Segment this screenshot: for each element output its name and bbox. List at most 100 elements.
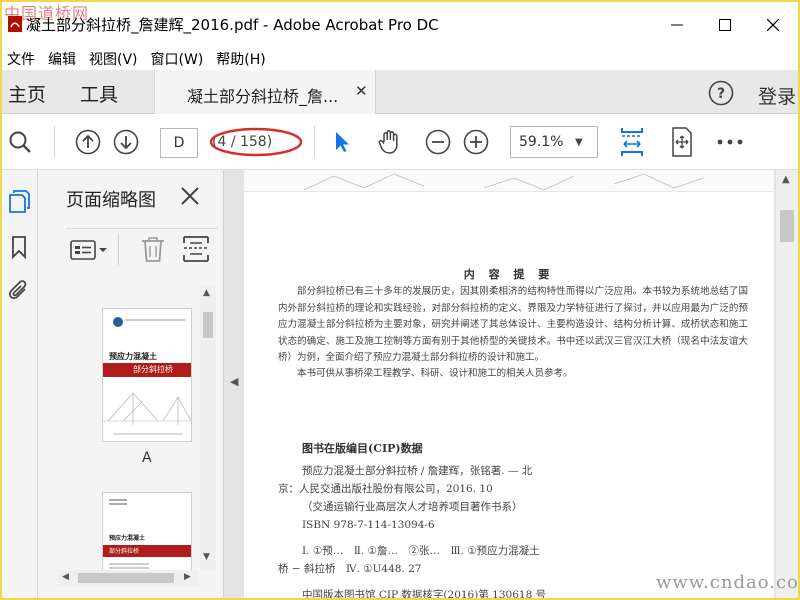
scrollbar-thumb[interactable] (203, 312, 213, 338)
cover-rule (109, 567, 149, 569)
trash-icon (142, 237, 164, 262)
tab-document[interactable]: 凝土部分斜拉桥_詹... ✕ (154, 70, 376, 114)
fit-width-button[interactable] (616, 126, 648, 158)
zoom-value: 59.1% (519, 134, 564, 150)
main-toolbar: D (4 / 158) 59.1% ▼ (2, 114, 798, 170)
menu-view[interactable]: 视图(V) (84, 49, 146, 69)
zoom-out-icon (425, 129, 451, 155)
document-abstract-2: 本书可供从事桥梁工程教学、科研、设计和施工的相关人员参考。 (297, 368, 573, 379)
scroll-left-icon[interactable]: ◀ (62, 572, 69, 582)
insert-page-button[interactable] (182, 235, 210, 267)
more-icon (717, 139, 743, 145)
thumbnails-vertical-scrollbar[interactable]: ▲ ▼ (200, 286, 216, 570)
help-icon[interactable]: ? (708, 80, 734, 106)
thumbnails-panel: 页面缩略图 预应力混凝土 部分斜拉桥 A 预应力混凝土 部分斜拉桥 ▲ ▼ ◀ … (38, 170, 224, 598)
menu-help[interactable]: 帮助(H) (211, 49, 273, 69)
document-vertical-scrollbar[interactable]: ▲ (776, 170, 798, 598)
tab-close-icon[interactable]: ✕ (355, 82, 368, 100)
scroll-down-icon[interactable]: ▼ (203, 552, 210, 562)
pages-icon (9, 190, 30, 213)
scroll-up-icon[interactable]: ▲ (203, 288, 210, 298)
cover-title: 预应力混凝土 (109, 352, 157, 361)
cover-subtitle: 部分斜拉桥 (109, 548, 140, 555)
tab-bar: 主页 工具 凝土部分斜拉桥_詹... ✕ ? 登录 (2, 70, 798, 114)
thumbnail-list: 预应力混凝土 部分斜拉桥 A 预应力混凝土 部分斜拉桥 (62, 282, 220, 572)
more-tools-button[interactable] (714, 128, 746, 156)
pdf-page: 内 容 提 要 部分斜拉桥已有三十多年的发展历史，因其刚柔相济的结构特性而得以广… (244, 170, 774, 598)
collapse-panel-icon[interactable]: ◀ (230, 375, 238, 388)
cover-rule (109, 499, 127, 501)
thumbnail-options-button[interactable] (70, 239, 108, 265)
menu-file[interactable]: 文件 (2, 49, 43, 69)
search-button[interactable] (6, 128, 34, 156)
publisher-logo (113, 317, 123, 327)
cip-line: 预应力混凝土部分斜拉桥 / 詹建辉，张铭著. — 北 (302, 465, 533, 477)
thumbnails-horizontal-scrollbar[interactable]: ◀ ▶ (58, 570, 198, 586)
maximize-button[interactable] (702, 10, 748, 40)
document-view[interactable]: ◀ 内 容 提 要 部分斜拉桥已有三十多年的发展历史，因其刚柔相济的结构特性而得… (224, 170, 798, 598)
list-options-icon (70, 240, 107, 260)
thumbnail-page-2[interactable]: 预应力混凝土 部分斜拉桥 (102, 492, 192, 572)
cip-line: 京：人民交通出版社股份有限公司，2016. 10 (278, 483, 493, 495)
fit-width-icon (621, 128, 643, 156)
cursor-icon (336, 132, 349, 152)
bookmarks-panel-button[interactable] (6, 234, 32, 260)
watermark-bottom-right: www.cndao.com (656, 572, 798, 593)
next-page-button[interactable] (112, 128, 140, 156)
select-tool-button[interactable] (328, 128, 356, 156)
chevron-down-icon: ▼ (575, 136, 583, 148)
thumbnail-page-1[interactable]: 预应力混凝土 部分斜拉桥 (102, 308, 192, 442)
previous-page-drawing (303, 173, 705, 191)
panel-title: 页面缩略图 (66, 190, 156, 211)
delete-page-button[interactable] (140, 235, 166, 267)
menu-bar: 文件 编辑 视图(V) 窗口(W) 帮助(H) (2, 48, 798, 70)
cip-line: ISBN 978-7-114-13094-6 (302, 519, 435, 531)
cover-rule (109, 563, 149, 565)
title-bar: 中国道桥网 凝土部分斜拉桥_詹建辉_2016.pdf - Adobe Acrob… (2, 2, 798, 48)
scrollbar-thumb[interactable] (78, 573, 174, 583)
cover-rule (125, 319, 185, 321)
minimize-button[interactable] (654, 10, 700, 40)
arrow-down-icon (113, 129, 139, 155)
thumbnails-panel-button[interactable] (6, 188, 32, 214)
thumbnail-toolbar (66, 228, 218, 268)
maximize-icon (719, 19, 731, 31)
minimize-icon (671, 24, 683, 26)
thumbnail-label: A (142, 450, 152, 466)
full-screen-button[interactable] (666, 126, 698, 158)
cip-line: （交通运输行业高层次人才培养项目著作书系） (302, 501, 523, 513)
tab-tools[interactable]: 工具 (80, 80, 118, 107)
close-panel-icon[interactable] (178, 184, 202, 208)
acrobat-window: 中国道桥网 凝土部分斜拉桥_詹建辉_2016.pdf - Adobe Acrob… (2, 2, 798, 598)
close-window-button[interactable] (750, 10, 796, 40)
toolbar-divider (314, 126, 315, 158)
svg-text:?: ? (717, 86, 725, 102)
tab-document-label: 凝土部分斜拉桥_詹... (187, 87, 339, 106)
document-heading: 内 容 提 要 (463, 268, 555, 281)
cip-title: 图书在版编目(CIP)数据 (302, 442, 423, 455)
menu-window[interactable]: 窗口(W) (146, 49, 212, 69)
menu-edit[interactable]: 编辑 (43, 49, 84, 69)
arrow-up-icon (75, 129, 101, 155)
close-icon (767, 19, 779, 31)
cip-line: Ⅰ. ①预… Ⅱ. ①詹… ②张… Ⅲ. ①预应力混凝土 (302, 545, 540, 557)
cover-rule (113, 433, 183, 435)
document-abstract: 部分斜拉桥已有三十多年的发展历史，因其刚柔相济的结构特性而得以广泛应用。本书较为… (278, 286, 748, 363)
cover-title: 预应力混凝土 (109, 535, 146, 542)
zoom-in-button[interactable] (462, 128, 490, 156)
cover-subtitle: 部分斜拉桥 (133, 365, 173, 374)
page-number-input[interactable]: D (160, 128, 198, 158)
scroll-right-icon[interactable]: ▶ (184, 572, 191, 582)
tab-home[interactable]: 主页 (8, 80, 46, 107)
scroll-up-icon[interactable]: ▲ (782, 174, 790, 185)
zoom-select[interactable]: 59.1% ▼ (510, 126, 598, 158)
zoom-out-button[interactable] (424, 128, 452, 156)
attachments-panel-button[interactable] (6, 278, 32, 304)
prev-page-button[interactable] (74, 128, 102, 156)
bookmark-icon (12, 236, 26, 259)
login-button[interactable]: 登录 (758, 82, 796, 109)
scrollbar-thumb[interactable] (780, 210, 794, 242)
cover-red-band: 部分斜拉桥 (103, 545, 191, 557)
cover-red-band: 部分斜拉桥 (103, 363, 191, 377)
hand-tool-button[interactable] (374, 127, 406, 157)
